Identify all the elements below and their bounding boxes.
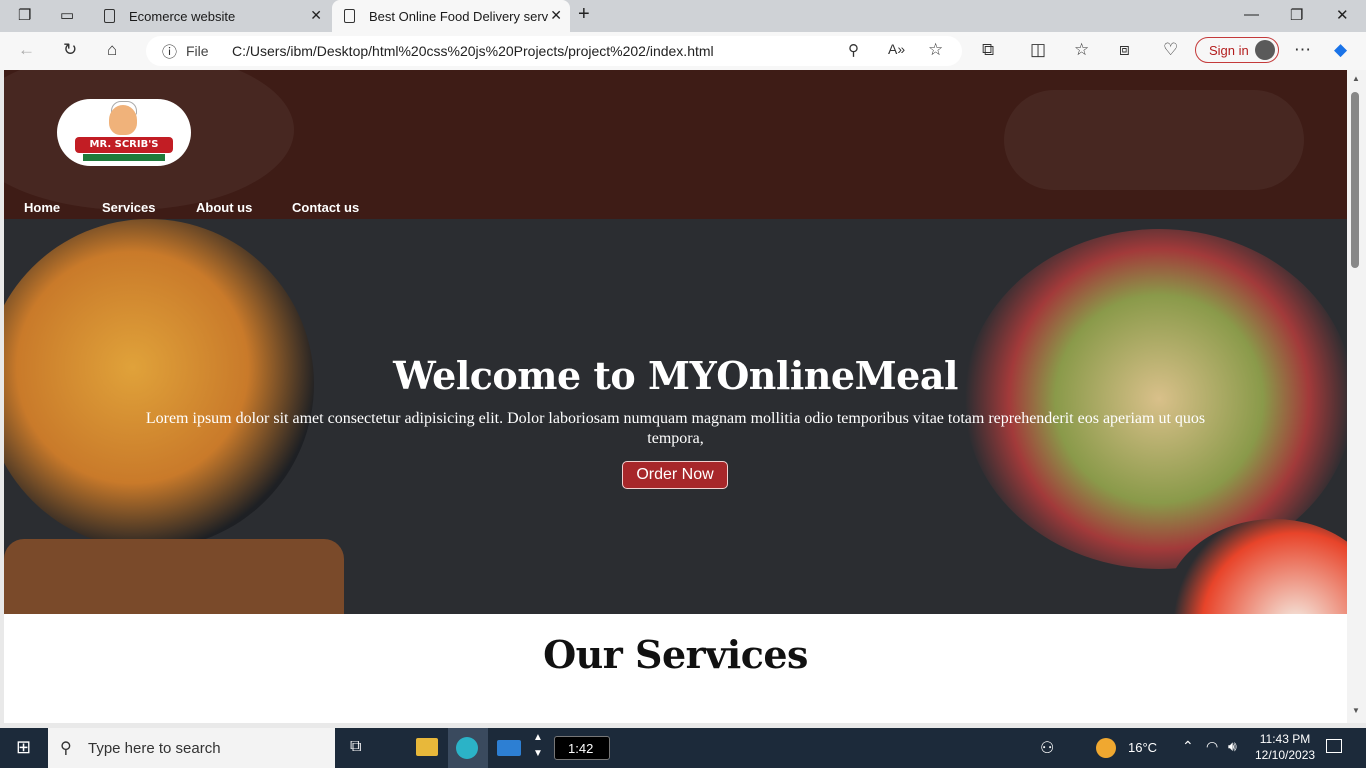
hero-section: Welcome to MYOnlineMeal Lorem ipsum dolo… — [4, 219, 1347, 614]
notifications-icon[interactable] — [1326, 739, 1342, 753]
url-text[interactable]: C:/Users/ibm/Desktop/html%20css%20js%20P… — [232, 43, 714, 59]
scrollbar-thumb[interactable] — [1351, 92, 1359, 268]
hero-title: Welcome to MYOnlineMeal — [393, 353, 958, 398]
workspaces-icon[interactable]: ❐ — [18, 6, 31, 24]
scroll-down-icon[interactable]: ▼ — [1352, 706, 1360, 715]
edge-icon — [456, 737, 478, 759]
tab-title: Best Online Food Delivery service — [369, 8, 549, 24]
salad-image — [964, 229, 1347, 569]
collections-icon[interactable]: ⧈ — [1119, 40, 1130, 60]
back-icon[interactable]: ← — [18, 40, 35, 60]
overflow-arrows-icon[interactable]: ▲ ▼ — [533, 730, 543, 762]
volume-icon[interactable]: 🔊︎ — [1228, 738, 1237, 755]
search-icon: ⚲ — [60, 740, 72, 757]
address-bar[interactable]: ⓘ File C:/Users/ibm/Desktop/html%20css%2… — [146, 36, 962, 66]
performance-icon[interactable]: ♡ — [1163, 40, 1178, 60]
chef-face — [109, 105, 137, 135]
services-title: Our Services — [543, 632, 808, 677]
favorite-star-icon[interactable]: ☆ — [928, 40, 943, 60]
page-scrollbar[interactable]: ▲ ▼ — [1347, 70, 1366, 723]
copilot-icon[interactable]: ◆ — [1334, 40, 1347, 60]
page-icon — [344, 9, 355, 23]
fries-image — [4, 539, 344, 614]
extensions-icon[interactable]: ⧉ — [982, 40, 994, 60]
system-clock[interactable]: 11:43 PM 12/10/2023 — [1255, 731, 1315, 763]
favorites-icon[interactable]: ☆ — [1074, 40, 1089, 60]
site-header: MR. SCRIB'S Home Services About us Conta… — [4, 70, 1347, 219]
search-placeholder: Type here to search — [88, 740, 221, 757]
close-tab-icon[interactable]: ✕ — [550, 7, 562, 24]
nav-about[interactable]: About us — [196, 200, 292, 215]
split-screen-icon[interactable]: ◫ — [1030, 40, 1046, 60]
scroll-up-icon[interactable]: ▲ — [1352, 74, 1360, 83]
home-icon[interactable]: ⌂ — [107, 40, 117, 60]
logo-brand-text: MR. SCRIB'S — [75, 137, 173, 153]
windows-taskbar: ⊞ ⚲ Type here to search ⧉ ▲ ▼ 1:42 ⚇ 16°C… — [0, 728, 1366, 768]
nav-contact[interactable]: Contact us — [292, 200, 382, 215]
tab-ecomerce[interactable]: Ecomerce website ✕ — [92, 0, 330, 32]
zoom-icon[interactable]: ⚲ — [848, 41, 859, 59]
people-icon[interactable]: ⚇ — [1040, 738, 1054, 758]
tray-chevron-icon[interactable]: ⌃ — [1182, 738, 1194, 755]
minimize-icon[interactable]: — — [1244, 6, 1259, 23]
wifi-icon[interactable]: ◠ — [1206, 738, 1218, 755]
file-explorer-icon[interactable] — [416, 738, 438, 756]
nav-services[interactable]: Services — [102, 200, 196, 215]
tab-actions-icon[interactable]: ▭ — [60, 6, 74, 24]
new-tab-icon[interactable]: + — [578, 3, 590, 26]
taskbar-search[interactable]: ⚲ Type here to search — [48, 728, 335, 768]
mail-icon[interactable] — [497, 740, 521, 756]
task-view-icon[interactable]: ⧉ — [350, 738, 361, 756]
timer-widget[interactable]: 1:42 — [554, 736, 610, 760]
scheme-label: File — [186, 43, 209, 59]
maximize-icon[interactable]: ❐ — [1290, 6, 1303, 24]
clock-time: 11:43 PM — [1259, 732, 1311, 746]
temperature[interactable]: 16°C — [1128, 740, 1157, 755]
hero-text: Lorem ipsum dolor sit amet consectetur a… — [145, 410, 1206, 447]
site-logo[interactable]: MR. SCRIB'S — [57, 99, 191, 166]
signin-label: Sign in — [1209, 43, 1249, 58]
header-decoration — [1004, 90, 1304, 190]
main-nav: Home Services About us Contact us — [24, 200, 382, 215]
web-page: MR. SCRIB'S Home Services About us Conta… — [4, 70, 1347, 723]
logo-ribbon — [83, 154, 165, 161]
profile-avatar — [1255, 40, 1275, 60]
browser-titlebar: ❐ ▭ Ecomerce website ✕ Best Online Food … — [0, 0, 1366, 32]
more-menu-icon[interactable]: ⋯ — [1294, 40, 1311, 60]
tab-food-delivery[interactable]: Best Online Food Delivery service ✕ — [332, 0, 570, 32]
windows-start-icon[interactable]: ⊞ — [16, 737, 31, 758]
info-icon[interactable]: ⓘ — [162, 41, 177, 62]
weather-icon[interactable] — [1096, 738, 1116, 758]
close-window-icon[interactable]: ✕ — [1336, 6, 1349, 24]
signin-button[interactable]: Sign in — [1195, 37, 1279, 63]
clock-date: 12/10/2023 — [1255, 748, 1316, 762]
tab-title: Ecomerce website — [129, 8, 236, 24]
refresh-icon[interactable]: ↻ — [63, 40, 77, 60]
order-now-button[interactable]: Order Now — [622, 461, 728, 489]
close-tab-icon[interactable]: ✕ — [310, 7, 322, 24]
browser-toolbar: ← ↻ ⌂ ⓘ File C:/Users/ibm/Desktop/html%2… — [0, 32, 1366, 70]
read-aloud-icon[interactable]: A» — [888, 41, 905, 57]
page-icon — [104, 9, 115, 23]
nav-home[interactable]: Home — [24, 200, 102, 215]
timer-text: 1:42 — [568, 741, 594, 756]
